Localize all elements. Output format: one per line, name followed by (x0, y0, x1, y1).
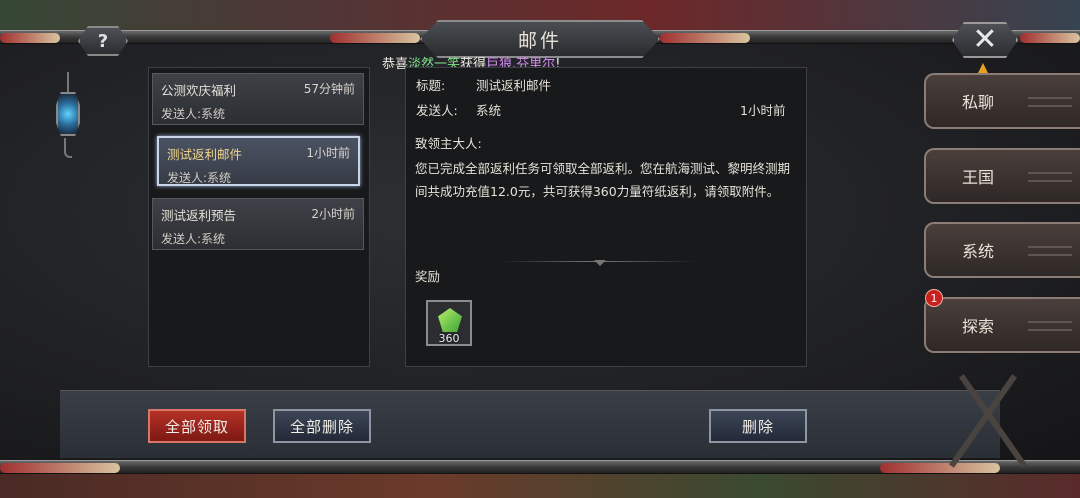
lantern-icon (52, 72, 84, 162)
mail-list-item[interactable]: 公测欢庆福利 57分钟前 发送人:系统 (152, 73, 364, 125)
mail-item-sender: 发送人:系统 (161, 107, 226, 121)
tab-ornament (1028, 97, 1072, 107)
mail-item-sender: 发送人:系统 (161, 232, 226, 246)
claim-all-label: 全部领取 (164, 417, 229, 436)
bone-totem-decoration (930, 372, 1050, 468)
divider-arrow-icon (594, 260, 606, 266)
mail-time: 1小时前 (740, 103, 786, 118)
mail-item-time: 57分钟前 (303, 82, 355, 96)
frame-ornament (330, 33, 420, 43)
talisman-icon (438, 308, 462, 332)
frame-ornament (660, 33, 750, 43)
mail-subject: 测试返利邮件 (476, 78, 552, 93)
window-title-text: 邮件 (517, 29, 562, 52)
frame-ornament (1020, 33, 1080, 43)
mail-item-time: 2小时前 (311, 207, 355, 221)
mail-greeting: 致领主大人: (415, 136, 482, 151)
mail-body: 您已完成全部返利任务可领取全部返利。您在航海测试、黎明终测期间共成功充值12.0… (415, 161, 791, 199)
frame-ornament (0, 463, 120, 473)
frame-ornament (0, 33, 60, 43)
tab-ornament (1028, 321, 1072, 331)
tab-label: 系统 (962, 242, 995, 261)
reward-item-slot[interactable]: 360 (426, 300, 472, 346)
tab-ornament (1028, 172, 1072, 182)
mail-item-sender: 发送人:系统 (167, 171, 232, 185)
claim-all-button[interactable]: 全部领取 (148, 409, 246, 443)
delete-all-label: 全部删除 (289, 417, 354, 436)
mail-item-title: 公测欢庆福利 (161, 83, 237, 98)
notification-badge: 1 (925, 289, 943, 307)
close-button[interactable]: ✕ (952, 22, 1018, 58)
tab-kingdom[interactable]: 王国 (924, 148, 1080, 204)
mail-item-time: 1小时前 (306, 146, 350, 160)
tab-label: 私聊 (962, 93, 995, 112)
mail-item-title: 测试返利预告 (161, 208, 237, 223)
tab-system[interactable]: 系统 (924, 222, 1080, 278)
reward-quantity: 360 (438, 332, 460, 345)
mail-list-item-selected[interactable]: 测试返利邮件 1小时前 发送人:系统 (157, 136, 360, 186)
mail-list-item[interactable]: 测试返利预告 2小时前 发送人:系统 (152, 198, 364, 250)
tab-private-chat[interactable]: 私聊 (924, 73, 1080, 129)
sender-label: 发送人: (416, 103, 458, 118)
mail-item-title: 测试返利邮件 (167, 147, 243, 162)
delete-all-button[interactable]: 全部删除 (273, 409, 371, 443)
tab-explore[interactable]: 探索 (924, 297, 1080, 353)
help-button[interactable]: ? (78, 26, 128, 56)
close-icon: ✕ (972, 22, 998, 57)
tab-label: 探索 (962, 317, 995, 336)
bottom-frame-bar (0, 460, 1080, 474)
reward-label: 奖励 (415, 269, 441, 284)
mail-sender: 系统 (476, 103, 502, 118)
subject-label: 标题: (416, 78, 446, 93)
delete-button[interactable]: 删除 (709, 409, 807, 443)
delete-label: 删除 (741, 417, 774, 436)
help-icon: ? (97, 30, 109, 52)
tab-ornament (1028, 246, 1072, 256)
tab-label: 王国 (962, 168, 995, 187)
